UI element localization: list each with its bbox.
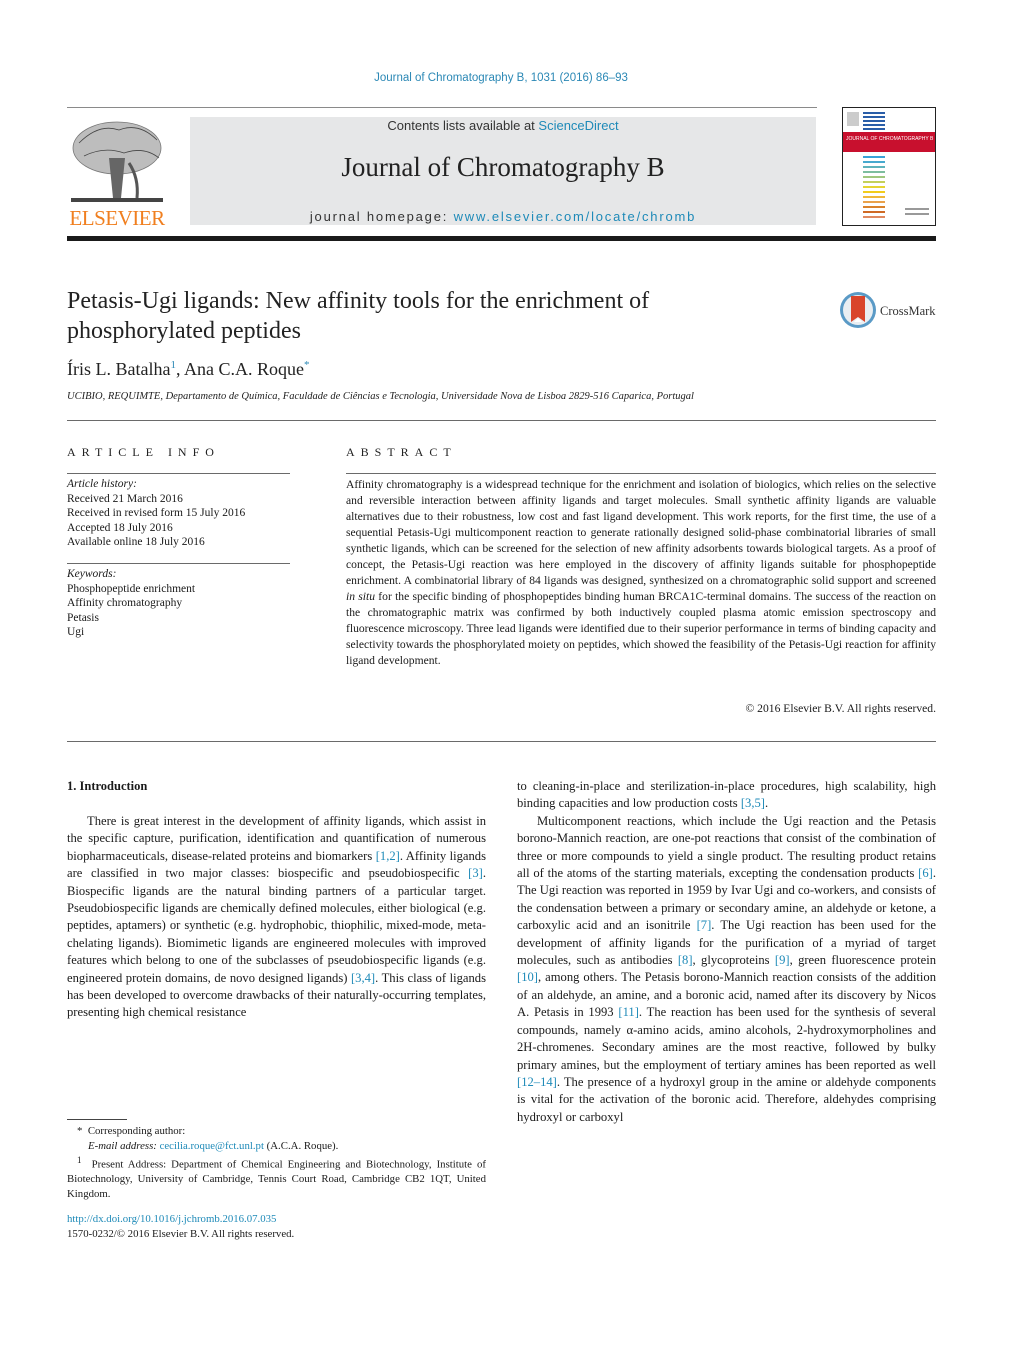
section-rule [67,741,936,742]
corresponding-author-label: Corresponding author: [87,1125,186,1137]
history-item: Available online 18 July 2016 [67,536,205,548]
citation-link[interactable]: [10] [517,970,538,984]
homepage-prefix: journal homepage: [309,209,454,224]
author-footnote-mark[interactable]: * [304,359,310,371]
abstract-part: for the specific binding of phosphopepti… [346,590,936,667]
citation-link[interactable]: [1,2] [376,849,400,863]
elsevier-tree-icon [71,121,163,202]
article-info-heading: ARTICLE INFO [67,445,220,459]
citation-link[interactable]: [9] [775,953,790,967]
text-run: . The presence of a hydroxyl group in th… [517,1074,936,1124]
homepage-link[interactable]: www.elsevier.com/locate/chromb [454,209,697,224]
crossmark-badge[interactable]: CrossMark [838,290,948,330]
homepage-line: journal homepage: www.elsevier.com/locat… [190,209,816,224]
journal-citation[interactable]: Journal of Chromatography B, 1031 (2016)… [0,72,1002,84]
article-title: Petasis-Ugi ligands: New affinity tools … [67,288,650,344]
footnote-rule [67,1119,127,1120]
keywords: Keywords: Phosphopeptide enrichment Affi… [67,567,297,640]
keyword-item: Petasis [67,611,99,624]
text-run: to cleaning-in-place and sterilization-i… [517,779,936,811]
text-run: . [764,796,769,811]
citation-link[interactable]: [3,5] [741,796,765,810]
issn-copyright: 1570-0232/© 2016 Elsevier B.V. All right… [67,1227,295,1240]
cover-art-icon: JOURNAL OF CHROMATOGRAPHY B [843,112,935,218]
author-name[interactable]: Íris L. Batalha [67,359,170,379]
abstract-italic: in situ [346,590,376,603]
citation-link[interactable]: [8] [678,953,693,967]
author-list: Íris L. Batalha1, Ana C.A. Roque* [67,359,309,380]
section-rule [67,420,936,421]
paragraph: There is great interest in the developme… [67,813,486,1022]
history-label: Article history: [67,478,137,490]
present-address: Present Address: Department of Chemical … [67,1158,486,1200]
text-run: Multicomponent reactions, which include … [517,813,936,881]
doi-block: http://dx.doi.org/10.1016/j.jchromb.2016… [67,1212,486,1241]
text-run: , green fluorescence protein [789,953,936,968]
abstract-heading: ABSTRACT [346,445,457,459]
journal-title: Journal of Chromatography B [341,152,665,182]
history-item: Accepted 18 July 2016 [67,521,173,534]
section-heading-introduction: 1. Introduction [67,779,148,793]
abstract-part: Affinity chromatography is a widespread … [346,478,936,587]
footnote-mark: * [77,1125,83,1137]
paragraph-continued: to cleaning-in-place and sterilization-i… [517,778,936,813]
citation-link[interactable]: [3] [468,866,483,880]
crossmark-icon: CrossMark [840,292,936,328]
article-history: Article history: Received 21 March 2016 … [67,477,297,550]
journal-cover-thumbnail[interactable]: JOURNAL OF CHROMATOGRAPHY B [842,107,936,226]
abstract-copyright: © 2016 Elsevier B.V. All rights reserved… [745,702,936,715]
footnote-mark: 1 [77,1155,82,1165]
text-run: . Biospecific ligands are the natural bi… [67,866,486,985]
contents-prefix: Contents lists available at [387,118,539,133]
affiliation: UCIBIO, REQUIMTE, Departamento de Químic… [67,391,694,402]
text-run: , glycoproteins [692,953,775,968]
keyword-item: Affinity chromatography [67,597,183,609]
keyword-item: Phosphopeptide enrichment [67,582,196,595]
citation-link[interactable]: [7] [697,918,712,932]
elsevier-logo[interactable]: ELSEVIER [67,116,167,230]
citation-link[interactable]: [6] [918,866,933,880]
email-label: E-mail address: [88,1139,157,1152]
elsevier-wordmark: ELSEVIER [69,206,165,230]
svg-text:JOURNAL OF CHROMATOGRAPHY B: JOURNAL OF CHROMATOGRAPHY B [846,136,934,142]
citation-link[interactable]: [3,4] [351,971,375,985]
citation-link[interactable]: [11] [618,1005,639,1019]
email-link[interactable]: cecilia.roque@fct.unl.pt [160,1140,264,1152]
header-rule [67,107,817,108]
contents-line: Contents lists available at ScienceDirec… [190,118,816,133]
info-rule [67,473,290,474]
abstract-text: Affinity chromatography is a widespread … [346,477,936,669]
info-rule [67,563,290,564]
doi-link[interactable]: http://dx.doi.org/10.1016/j.jchromb.2016… [67,1212,486,1227]
header-thick-rule [67,236,936,241]
keyword-item: Ugi [67,626,85,638]
history-item: Received 21 March 2016 [67,492,183,505]
body-column-left: There is great interest in the developme… [67,813,486,1022]
footnotes: * Corresponding author: E-mail address: … [67,1124,486,1201]
keywords-label: Keywords: [67,568,117,580]
email-suffix: (A.C.A. Roque). [263,1139,339,1152]
abstract-rule [346,473,936,474]
citation-link[interactable]: [12–14] [517,1075,557,1089]
sciencedirect-link[interactable]: ScienceDirect [538,118,618,133]
author-separator: , [175,359,184,379]
paragraph: Multicomponent reactions, which include … [517,813,936,1126]
svg-text:CrossMark: CrossMark [880,304,936,318]
body-column-right: to cleaning-in-place and sterilization-i… [517,778,936,1126]
author-name[interactable]: Ana C.A. Roque [184,359,304,379]
history-item: Received in revised form 15 July 2016 [67,507,246,519]
